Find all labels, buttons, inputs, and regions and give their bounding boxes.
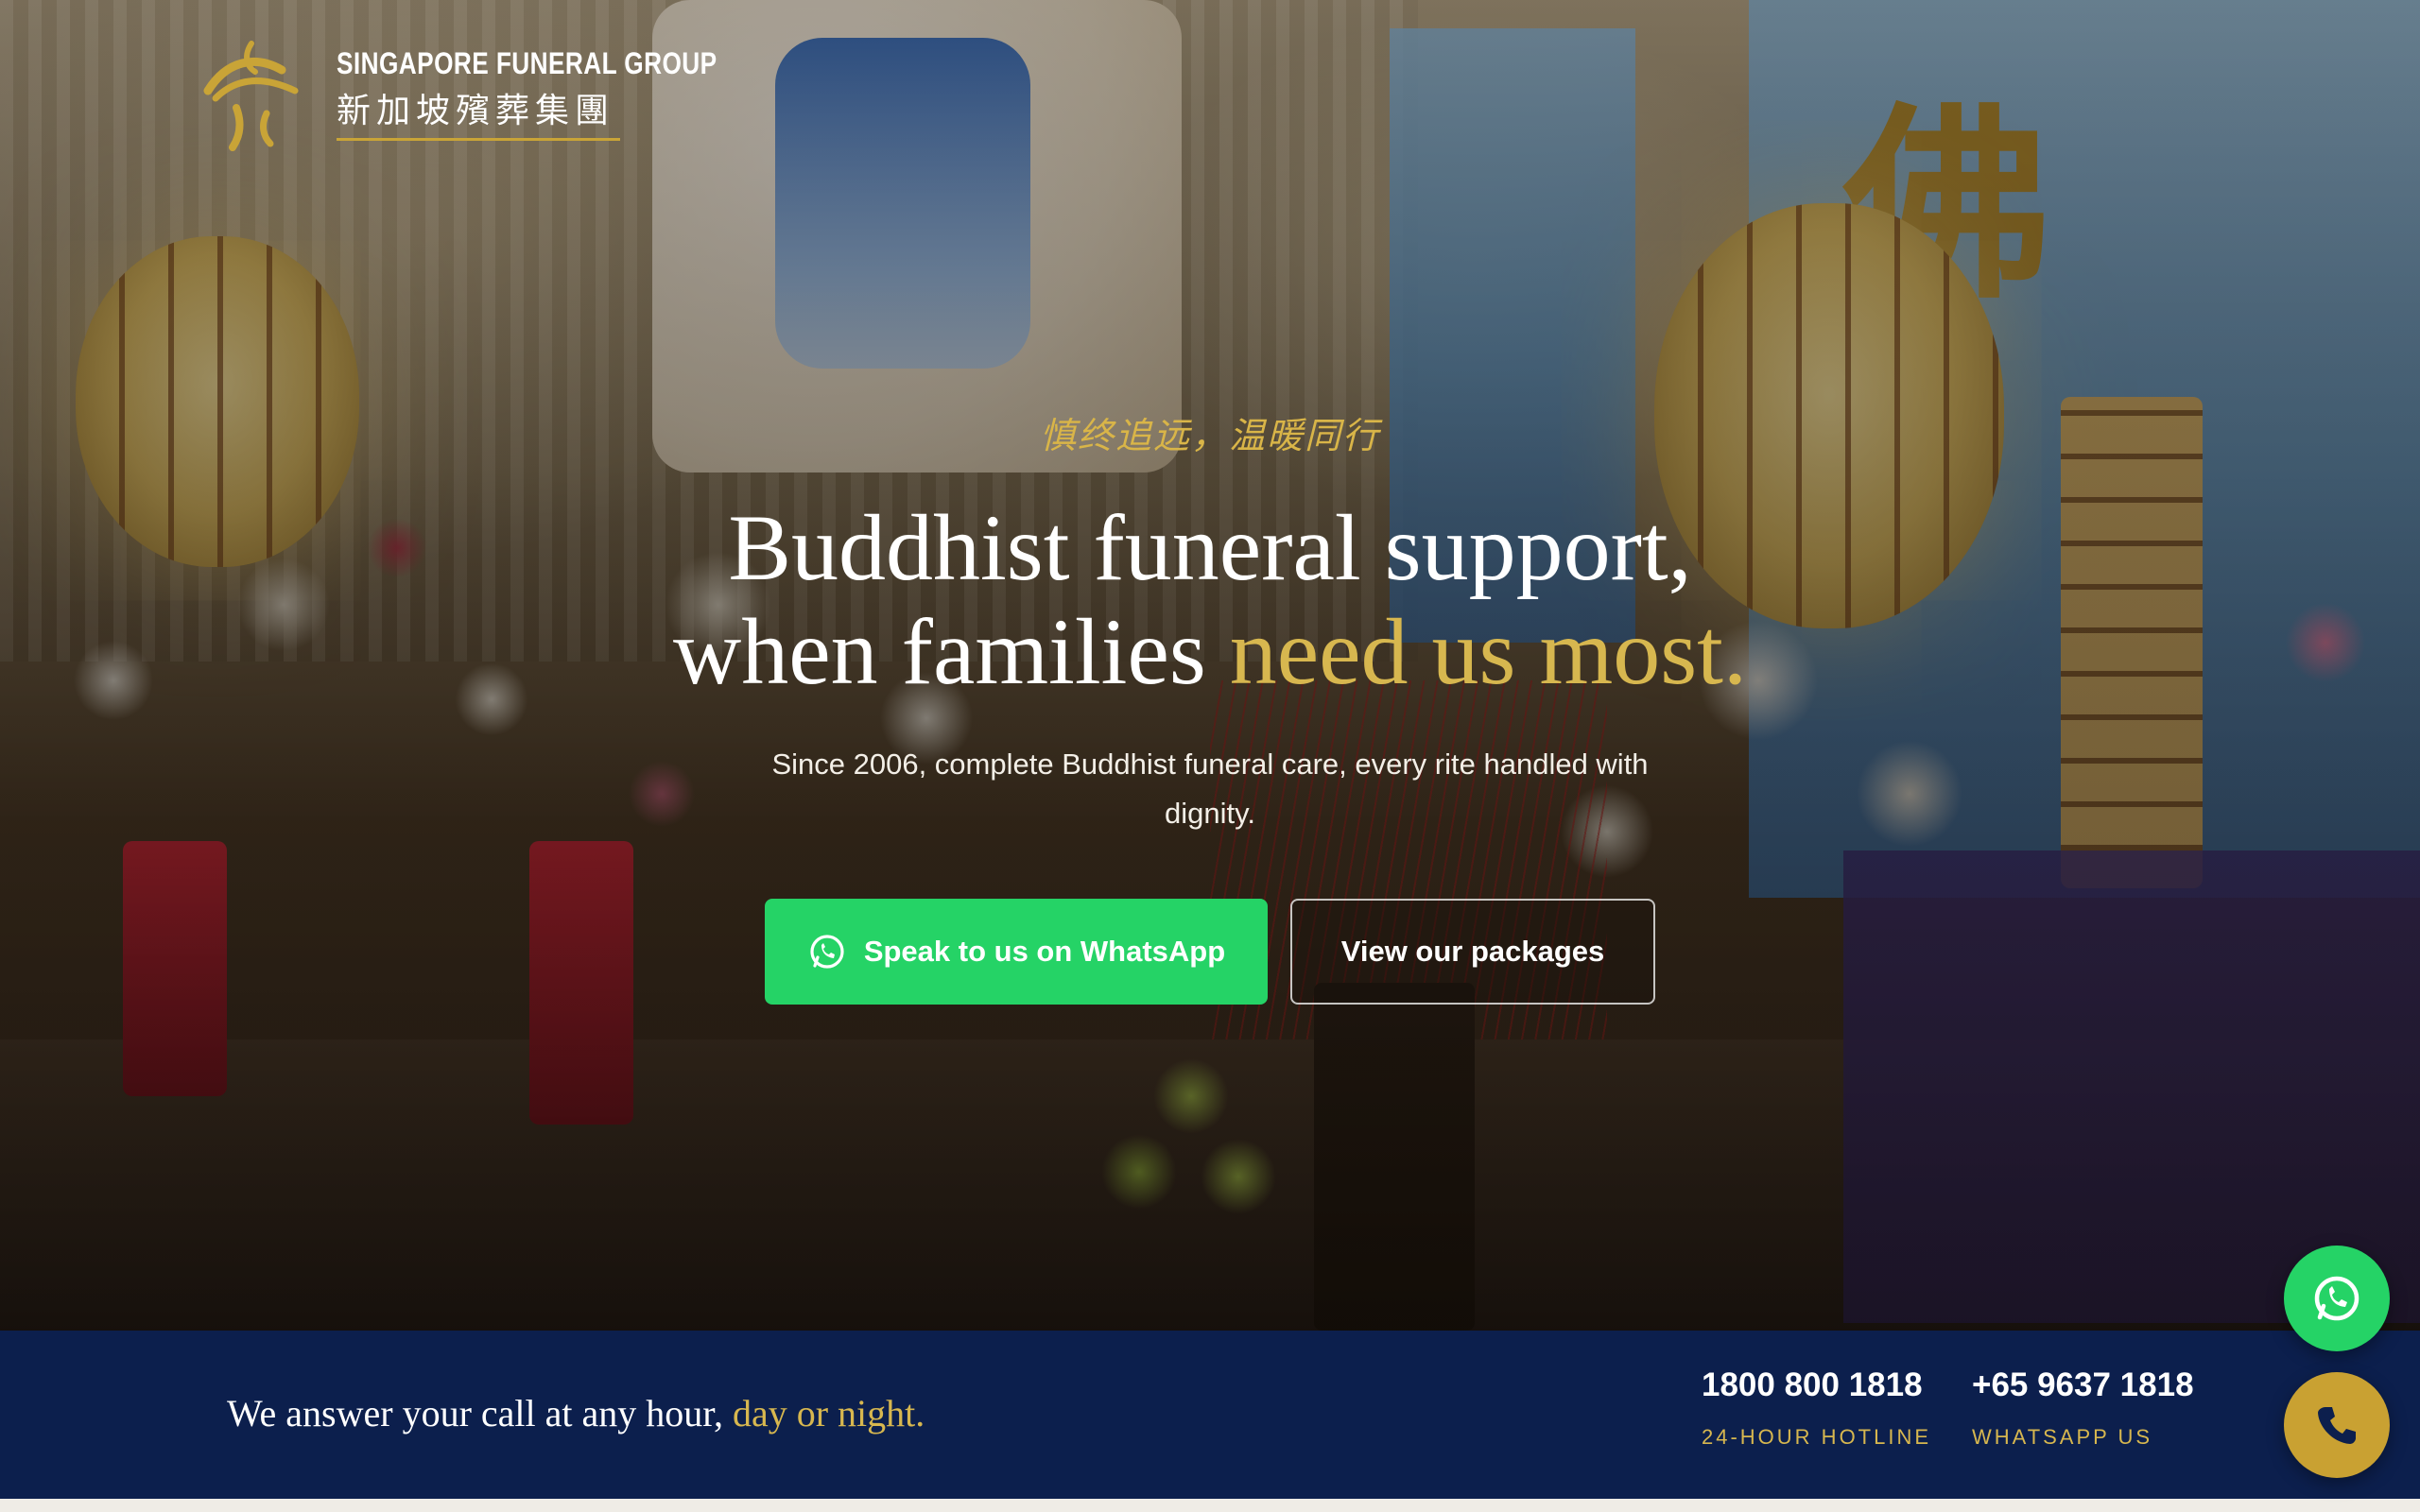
hotline-link[interactable]: 1800 800 1818 24-HOUR HOTLINE [1702, 1366, 1931, 1450]
whatsapp-cta-label: Speak to us on WhatsApp [863, 935, 1226, 968]
availability-accent: day or night. [732, 1392, 925, 1435]
chinese-tagline: 慎终追远，温暖同行 [1039, 415, 1380, 456]
logo-name-zh: 新加坡殯葬集團 [337, 92, 615, 130]
headline-line-2: when families [673, 599, 1230, 704]
contact-bar: We answer your call at any hour, day or … [0, 1331, 2420, 1499]
logo-mark-icon [203, 41, 299, 151]
page-bottom-edge [0, 1499, 2420, 1512]
floating-call-button[interactable] [2284, 1372, 2390, 1478]
view-packages-label: View our packages [1340, 935, 1605, 968]
hero-content: 慎终追远，温暖同行 Buddhist funeral support, when… [0, 406, 2420, 1005]
brand-logo[interactable]: SINGAPORE FUNERAL GROUP 新加坡殯葬集團 [189, 32, 801, 155]
hotline-label: 24-HOUR HOTLINE [1702, 1425, 1932, 1449]
logo-name-en: SINGAPORE FUNERAL GROUP [337, 46, 717, 80]
whatsapp-icon [2314, 1276, 2360, 1321]
availability-text: We answer your call at any hour, [227, 1392, 733, 1435]
availability-message: We answer your call at any hour, day or … [227, 1391, 925, 1435]
logo-underline [337, 138, 620, 141]
floating-whatsapp-button[interactable] [2284, 1246, 2390, 1351]
hero-headline: Buddhist funeral support, when families … [0, 496, 2420, 704]
whatsapp-cta-button[interactable]: Speak to us on WhatsApp [765, 899, 1268, 1005]
hotline-number: 1800 800 1818 [1702, 1366, 1923, 1403]
headline-line-1: Buddhist funeral support, [728, 495, 1692, 600]
whatsapp-icon [810, 935, 844, 969]
whatsapp-number-link[interactable]: +65 9637 1818 WHATSAPP US [1972, 1366, 2194, 1450]
whatsapp-label: WHATSAPP US [1972, 1425, 2153, 1449]
phone-icon [2318, 1407, 2356, 1444]
whatsapp-number: +65 9637 1818 [1972, 1366, 2194, 1403]
cta-row: Speak to us on WhatsApp View our package… [0, 899, 2420, 1005]
hero-subline: Since 2006, complete Buddhist funeral ca… [771, 747, 1649, 830]
view-packages-button[interactable]: View our packages [1290, 899, 1655, 1005]
headline-accent: need us most. [1229, 599, 1747, 704]
